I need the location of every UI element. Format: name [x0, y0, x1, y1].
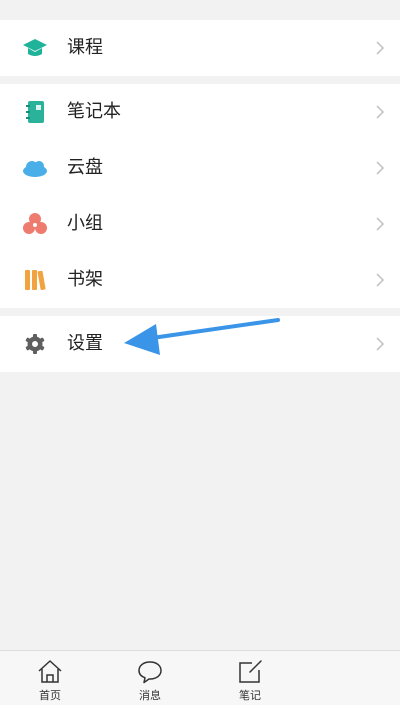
tab-label: 笔记	[239, 689, 261, 702]
chevron-right-icon	[374, 216, 386, 232]
gear-icon	[22, 332, 48, 356]
menu-item-bookshelf[interactable]: 书架	[0, 252, 400, 308]
menu-item-label: 书架	[67, 269, 103, 290]
tab-label: 首页	[39, 689, 61, 702]
chevron-right-icon	[374, 160, 386, 176]
graduation-cap-icon	[22, 36, 48, 60]
menu-item-label: 设置	[67, 333, 103, 354]
menu-item-courses[interactable]: 课程	[0, 20, 400, 76]
tab-notes[interactable]: 笔记	[215, 651, 285, 705]
menu-group-settings: 设置	[0, 316, 400, 372]
menu-group-tools: 笔记本 云盘 小组 书架	[0, 84, 400, 308]
tab-messages[interactable]: 消息	[115, 651, 185, 705]
menu-item-label: 课程	[67, 37, 103, 58]
tab-home[interactable]: 首页	[15, 651, 85, 705]
menu-item-settings[interactable]: 设置	[0, 316, 400, 372]
tab-label: 消息	[139, 689, 161, 702]
cloud-icon	[22, 156, 48, 180]
chat-bubble-icon	[137, 659, 163, 685]
chevron-right-icon	[374, 336, 386, 352]
chevron-right-icon	[374, 40, 386, 56]
bookshelf-icon	[22, 268, 48, 292]
chevron-right-icon	[374, 104, 386, 120]
menu-item-label: 笔记本	[67, 101, 121, 122]
menu-item-group[interactable]: 小组	[0, 196, 400, 252]
tab-bar: 首页 消息 笔记	[0, 650, 400, 705]
edit-note-icon	[237, 659, 263, 685]
menu-group-courses: 课程	[0, 20, 400, 76]
menu-item-notebook[interactable]: 笔记本	[0, 84, 400, 140]
group-icon	[22, 212, 48, 236]
menu-item-cloud-drive[interactable]: 云盘	[0, 140, 400, 196]
chevron-right-icon	[374, 272, 386, 288]
notebook-icon	[22, 100, 48, 124]
home-icon	[37, 659, 63, 685]
menu-item-label: 云盘	[67, 157, 103, 178]
menu-item-label: 小组	[67, 213, 103, 234]
